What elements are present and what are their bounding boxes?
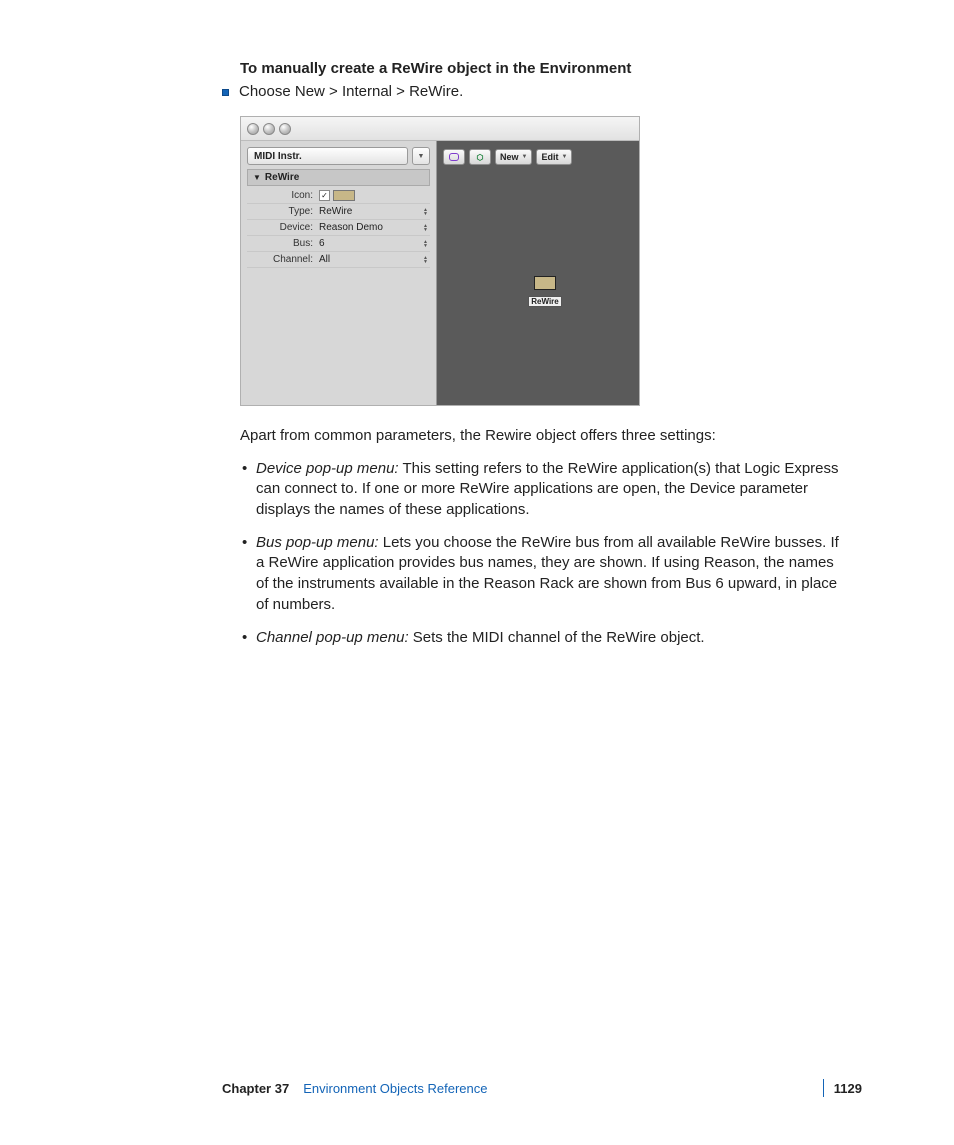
page-number: 1129 (834, 1081, 862, 1096)
link-icon (449, 153, 459, 161)
screenshot-figure: MIDI Instr. ▼ ▼ReWire Icon: ✓ Ty (240, 116, 640, 406)
stepper-icon[interactable]: ▲▼ (423, 208, 428, 216)
window-minimize-icon[interactable] (263, 123, 275, 135)
inspector-row-bus: Bus: 6 ▲▼ (247, 236, 430, 252)
list-item-body: Sets the MIDI channel of the ReWire obje… (413, 629, 705, 646)
inspector-panel: MIDI Instr. ▼ ▼ReWire Icon: ✓ Ty (241, 141, 437, 405)
row-label: Channel: (247, 254, 317, 265)
row-label: Icon: (247, 190, 317, 201)
intro-paragraph: Apart from common parameters, the Rewire… (240, 426, 850, 447)
edit-label: Edit (541, 152, 558, 162)
list-item-term: Device pop-up menu: (256, 460, 399, 477)
list-item: Device pop-up menu: This setting refers … (240, 459, 850, 521)
settings-list: Device pop-up menu: This setting refers … (240, 459, 850, 649)
inspector-row-channel: Channel: All ▲▼ (247, 252, 430, 268)
chevron-down-icon: ▼ (522, 154, 528, 160)
stepper-icon[interactable]: ▲▼ (423, 240, 428, 248)
environment-canvas[interactable]: ⬡ New▼ Edit▼ ReWire (437, 141, 639, 405)
canvas-toolbar: ⬡ New▼ Edit▼ (443, 147, 633, 167)
inspector-section-title: ReWire (265, 172, 299, 183)
row-label: Device: (247, 222, 317, 233)
type-value[interactable]: ReWire (319, 206, 352, 217)
rewire-object[interactable]: ReWire (527, 276, 563, 308)
inspector-row-device: Device: Reason Demo ▲▼ (247, 220, 430, 236)
icon-enable-checkbox[interactable]: ✓ (319, 190, 330, 201)
section-heading: To manually create a ReWire object in th… (240, 60, 850, 77)
midi-out-icon: ⬡ (477, 153, 484, 162)
page-footer: Chapter 37 Environment Objects Reference… (222, 1079, 862, 1097)
channel-value[interactable]: All (319, 254, 330, 265)
chevron-down-icon: ▼ (561, 154, 567, 160)
rewire-object-icon (534, 276, 556, 290)
stepper-icon[interactable]: ▲▼ (423, 256, 428, 264)
link-button[interactable] (443, 149, 465, 165)
chapter-label: Chapter 37 (222, 1081, 289, 1096)
stepper-icon[interactable]: ▲▼ (423, 224, 428, 232)
inspector-section-header[interactable]: ▼ ReWire (247, 169, 430, 186)
row-label: Type: (247, 206, 317, 217)
list-item: Channel pop-up menu: Sets the MIDI chann… (240, 628, 850, 649)
window-close-icon[interactable] (247, 123, 259, 135)
chapter-title: Environment Objects Reference (303, 1081, 487, 1096)
step-text: Choose New > Internal > ReWire. (239, 83, 463, 100)
inspector-dropdown-button[interactable]: ▼ (412, 147, 430, 165)
new-label: New (500, 152, 519, 162)
rewire-object-label: ReWire (528, 296, 562, 307)
list-item-term: Channel pop-up menu: (256, 629, 409, 646)
inspector-row-icon: Icon: ✓ (247, 188, 430, 204)
inspector-row-type: Type: ReWire ▲▼ (247, 204, 430, 220)
list-item-term: Bus pop-up menu: (256, 534, 379, 551)
step-row: Choose New > Internal > ReWire. (222, 83, 850, 100)
new-menu-button[interactable]: New▼ (495, 149, 532, 165)
device-value[interactable]: Reason Demo (319, 222, 383, 233)
disclosure-triangle-icon[interactable]: ▼ (253, 173, 261, 182)
footer-divider (823, 1079, 824, 1097)
list-item: Bus pop-up menu: Lets you choose the ReW… (240, 533, 850, 616)
edit-menu-button[interactable]: Edit▼ (536, 149, 572, 165)
bus-value[interactable]: 6 (319, 238, 325, 249)
midi-out-button[interactable]: ⬡ (469, 149, 491, 165)
inspector-select[interactable]: MIDI Instr. (247, 147, 408, 165)
step-bullet-icon (222, 89, 229, 96)
window-zoom-icon[interactable] (279, 123, 291, 135)
window-titlebar (241, 117, 639, 141)
row-label: Bus: (247, 238, 317, 249)
instrument-icon[interactable] (333, 190, 355, 201)
